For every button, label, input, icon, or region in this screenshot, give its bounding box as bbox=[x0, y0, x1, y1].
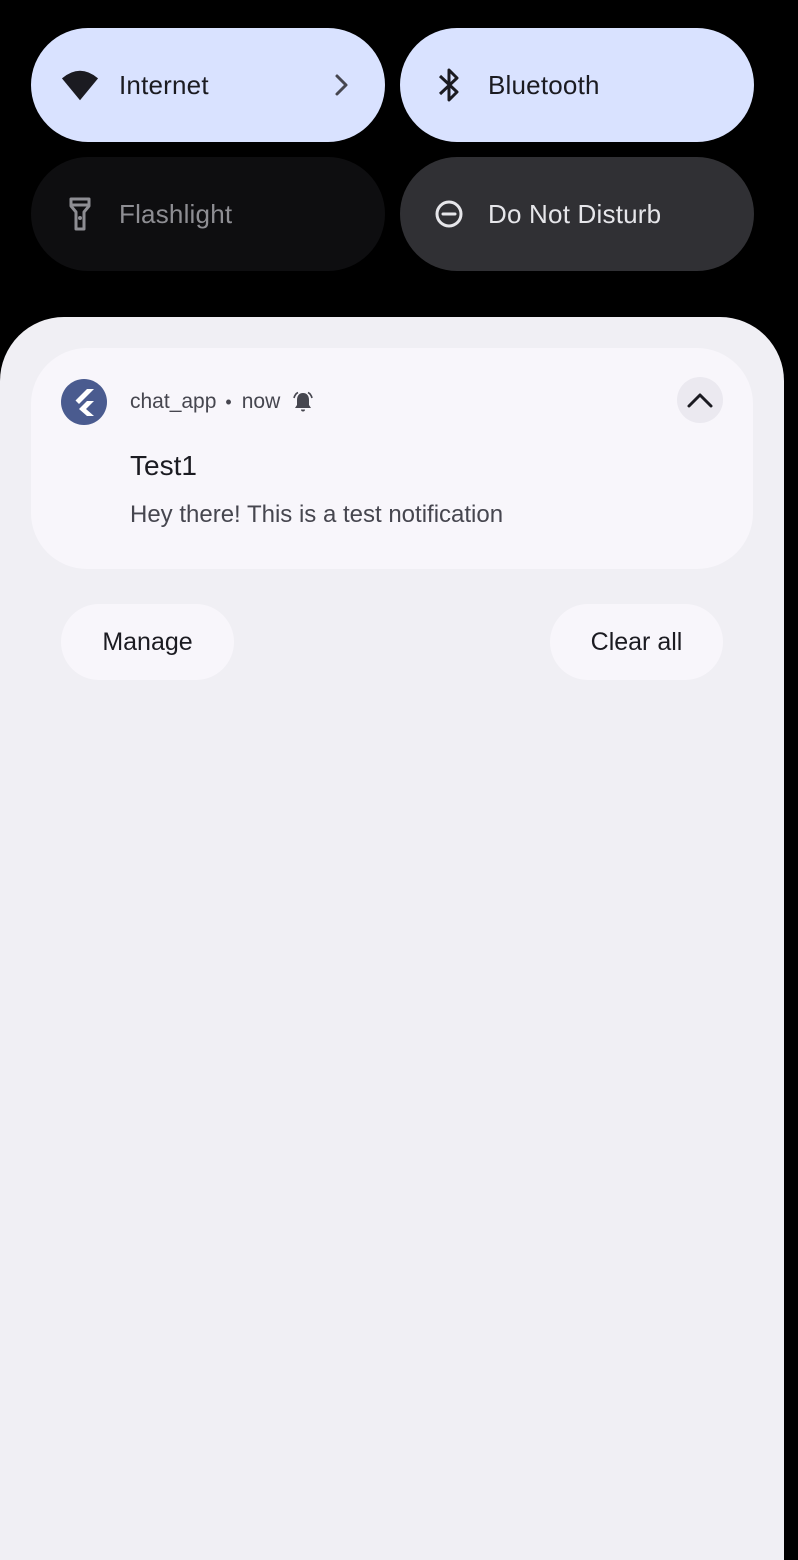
do-not-disturb-icon bbox=[430, 195, 468, 233]
clear-all-button[interactable]: Clear all bbox=[550, 604, 723, 680]
app-name: chat_app bbox=[130, 390, 217, 413]
chevron-right-icon[interactable] bbox=[327, 70, 357, 100]
bluetooth-tile-label: Bluetooth bbox=[488, 70, 600, 100]
bluetooth-icon bbox=[430, 66, 468, 104]
internet-tile[interactable]: Internet bbox=[31, 28, 385, 142]
flashlight-tile[interactable]: Flashlight bbox=[31, 157, 385, 271]
wifi-icon bbox=[61, 66, 99, 104]
do-not-disturb-tile[interactable]: Do Not Disturb bbox=[400, 157, 754, 271]
bluetooth-tile[interactable]: Bluetooth bbox=[400, 28, 754, 142]
manage-button[interactable]: Manage bbox=[61, 604, 234, 680]
flutter-logo-icon bbox=[61, 379, 107, 425]
flashlight-icon bbox=[61, 195, 99, 233]
internet-tile-label: Internet bbox=[119, 70, 209, 100]
screen-edge bbox=[782, 0, 798, 1560]
notification-card[interactable]: chat_app • now Test1 Hey there! This is … bbox=[31, 348, 753, 569]
header-separator: • bbox=[225, 391, 232, 412]
do-not-disturb-tile-label: Do Not Disturb bbox=[488, 199, 662, 229]
notification-time: now bbox=[241, 390, 281, 413]
flashlight-tile-label: Flashlight bbox=[119, 199, 233, 229]
notification-title: Test1 bbox=[130, 450, 197, 481]
notification-body: Hey there! This is a test notification bbox=[130, 501, 504, 528]
notification-header: chat_app • now bbox=[130, 388, 314, 416]
bell-icon bbox=[292, 391, 314, 413]
chevron-up-icon[interactable] bbox=[677, 377, 723, 423]
